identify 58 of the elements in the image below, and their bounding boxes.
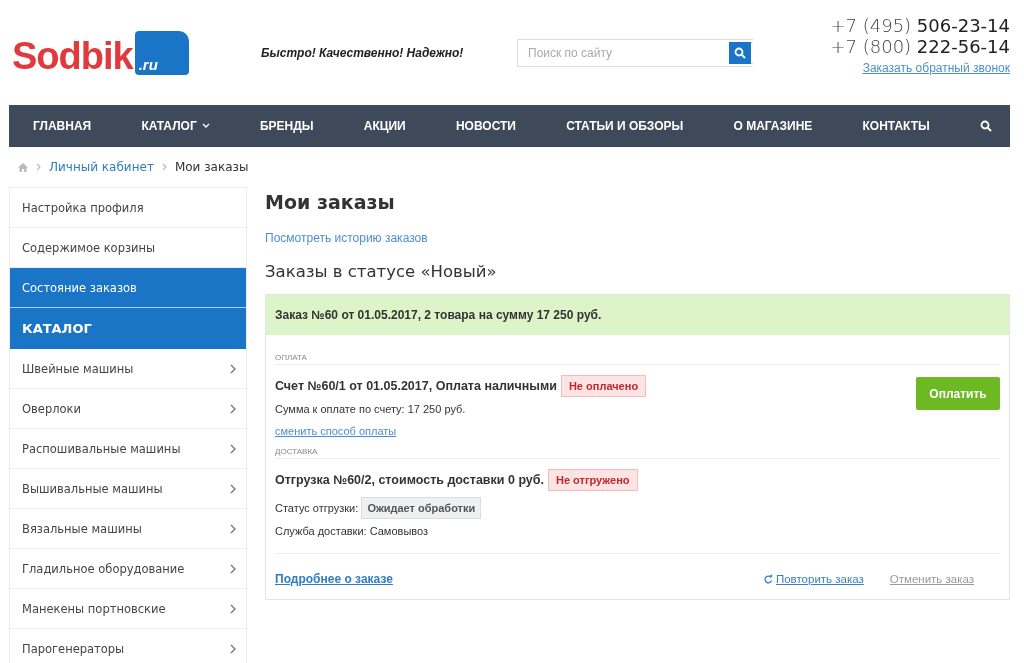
chevron-icon <box>230 483 236 494</box>
shipment-title: Отгрузка №60/2, стоимость доставки 0 руб. <box>275 473 544 487</box>
chevron-icon <box>161 163 167 171</box>
search-icon[interactable] <box>980 120 992 132</box>
nav-item[interactable]: СТАТЬИ И ОБЗОРЫ <box>566 119 684 133</box>
nav-item[interactable]: АКЦИИ <box>363 119 406 133</box>
search-icon <box>734 46 746 59</box>
status-badge: Не оплачено <box>560 375 647 397</box>
nav-item[interactable]: О МАГАЗИНЕ <box>733 119 813 133</box>
history-link[interactable]: Посмотреть историю заказов <box>265 231 428 245</box>
search-button[interactable] <box>729 41 751 64</box>
section-label: ДОСТАВКА <box>275 447 1000 459</box>
catalog-item[interactable]: Распошивальные машины <box>10 429 246 469</box>
status-badge: Не отгружено <box>548 469 638 491</box>
chevron-icon <box>230 443 236 454</box>
catalog-item[interactable]: Манекены портновские <box>10 589 246 629</box>
delivery-service: Служба доставки: Самовывоз <box>275 525 430 537</box>
slogan: Быстро! Качественно! Надежно! <box>261 45 465 60</box>
phone-number: +7 (495) 506-23-14 <box>830 15 1010 36</box>
chevron-icon <box>230 563 236 574</box>
logo-wordmark[interactable]: Sodbik <box>12 36 133 75</box>
chevron-icon <box>230 363 236 374</box>
invoice-title: Счет №60/1 от 01.05.2017, Оплата наличными <box>275 379 557 393</box>
catalog-item[interactable]: Швейные машины <box>10 349 246 389</box>
phone-number: +7 (800) 222-56-14 <box>830 36 1010 57</box>
callback-link[interactable]: Заказать обратный звонок <box>862 61 1010 75</box>
nav-item[interactable]: КАТАЛОГ <box>141 119 210 133</box>
order-summary: Заказ №60 от 01.05.2017, 2 товара на сумму 17 250 руб. <box>266 295 1009 335</box>
shipment-status-badge: Ожидает обработки <box>361 497 482 519</box>
catalog-header: КАТАЛОГ <box>10 308 246 349</box>
invoice-amount: Сумма к оплате по счету: 17 250 руб. <box>275 403 467 415</box>
breadcrumb-link[interactable]: Личный кабинет <box>49 160 154 174</box>
catalog-item[interactable]: Оверлоки <box>10 389 246 429</box>
catalog-item[interactable]: Гладильное оборудование <box>10 549 246 589</box>
order-details-link[interactable]: Подробнее о заказе <box>275 572 393 586</box>
nav-item[interactable]: КОНТАКТЫ <box>862 119 930 133</box>
shipment-status-label: Статус отгрузки: <box>275 502 359 514</box>
nav-item[interactable]: БРЕНДЫ <box>259 119 314 133</box>
nav-item[interactable]: ГЛАВНАЯ <box>33 119 92 133</box>
chevron-icon <box>230 523 236 534</box>
chevron-icon <box>230 603 236 614</box>
sidebar-item[interactable]: Настройка профиля <box>10 188 246 228</box>
chevron-icon <box>36 163 41 171</box>
catalog-item[interactable]: Вышивальные машины <box>10 469 246 509</box>
catalog-item[interactable]: Вязальные машины <box>10 509 246 549</box>
change-payment-link[interactable]: сменить способ оплаты <box>275 425 397 437</box>
catalog-item[interactable]: Парогенераторы <box>10 629 246 663</box>
chevron-icon <box>230 643 236 654</box>
sewing-machine-logo[interactable]: .ru <box>134 30 189 75</box>
nav-item[interactable]: НОВОСТИ <box>455 119 516 133</box>
chevron-icon <box>230 403 236 414</box>
breadcrumb-current: Мои заказы <box>174 160 249 174</box>
refresh-icon <box>763 574 773 584</box>
section-heading: Заказы в статусе «Новый» <box>265 262 498 281</box>
sidebar-item[interactable]: Состояние заказов <box>10 268 246 308</box>
repeat-order-link[interactable]: Повторить заказ <box>775 573 864 585</box>
section-label: ОПЛАТА <box>275 353 1000 365</box>
page-title: Мои заказы <box>265 191 396 213</box>
